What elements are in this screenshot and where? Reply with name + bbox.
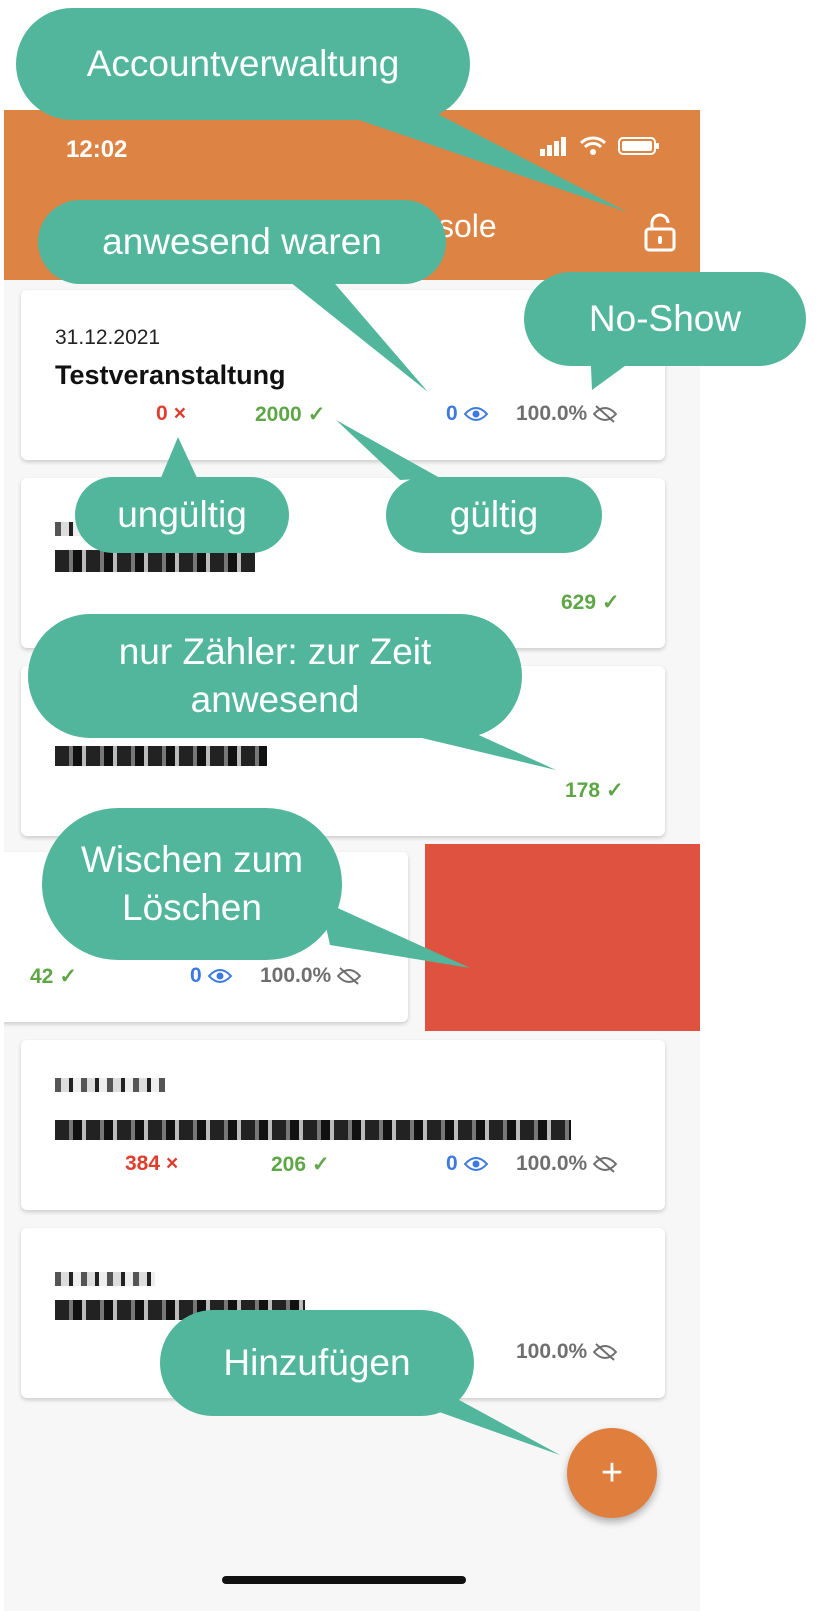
redacted-name <box>55 746 267 766</box>
signal-icon <box>540 137 566 156</box>
check-icon: ✓ <box>59 965 77 988</box>
present-count: 0 <box>190 964 232 988</box>
invalid-count: 0 × <box>156 402 186 425</box>
check-icon: ✓ <box>606 779 624 802</box>
present-count: 0 <box>446 1152 488 1176</box>
check-icon: ✓ <box>312 1153 330 1176</box>
noshow-rate: 100.0% <box>516 1340 618 1364</box>
page-title: sole <box>438 208 497 244</box>
callout-invalid: ungültig <box>75 477 289 553</box>
noshow-rate: 100.0% <box>516 1152 618 1176</box>
event-date: 31.12.2021 <box>55 326 161 349</box>
redacted-date <box>55 1272 155 1286</box>
callout-swipe: Wischen zum Löschen <box>42 808 342 960</box>
add-button[interactable]: + <box>567 1428 657 1518</box>
valid-count: 206 ✓ <box>271 1152 330 1177</box>
callout-add: Hinzufügen <box>160 1310 474 1416</box>
eye-off-icon <box>337 967 362 985</box>
eye-icon <box>463 407 488 421</box>
valid-count: 2000 ✓ <box>255 402 326 427</box>
event-name: Testveranstaltung <box>55 360 286 390</box>
event-card[interactable]: 384 × 206 ✓ 0 100.0% <box>21 1040 665 1210</box>
cross-icon: × <box>166 1152 179 1175</box>
eye-icon <box>463 1157 488 1171</box>
invalid-count: 384 × <box>125 1152 179 1175</box>
callout-counter: nur Zähler: zur Zeit anwesend <box>28 614 522 738</box>
callout-noshow: No-Show <box>524 272 806 366</box>
delete-background <box>425 844 700 1031</box>
valid-count: 178 ✓ <box>565 778 624 803</box>
home-indicator <box>222 1576 466 1584</box>
callout-valid: gültig <box>386 477 602 553</box>
present-count: 0 <box>446 402 488 426</box>
cross-icon: × <box>173 402 186 425</box>
redacted-name <box>55 550 255 572</box>
wifi-icon <box>580 136 606 155</box>
callout-account: Accountverwaltung <box>16 8 470 120</box>
eye-off-icon <box>593 405 618 423</box>
check-icon: ✓ <box>307 403 326 426</box>
status-icons <box>540 136 660 156</box>
noshow-rate: 100.0% <box>260 964 362 988</box>
lock-icon[interactable] <box>643 212 677 252</box>
eye-icon <box>207 969 232 983</box>
redacted-date <box>55 1078 165 1092</box>
noshow-rate: 100.0% <box>516 402 618 426</box>
valid-count: 42 ✓ <box>30 964 77 989</box>
plus-icon: + <box>600 1451 624 1494</box>
valid-count: 629 ✓ <box>561 590 620 615</box>
eye-off-icon <box>593 1343 618 1361</box>
redacted-name <box>55 1120 571 1140</box>
battery-icon <box>618 137 659 155</box>
check-icon: ✓ <box>602 591 620 614</box>
callout-present: anwesend waren <box>38 200 446 284</box>
eye-off-icon <box>593 1155 618 1173</box>
status-time: 12:02 <box>66 136 128 163</box>
